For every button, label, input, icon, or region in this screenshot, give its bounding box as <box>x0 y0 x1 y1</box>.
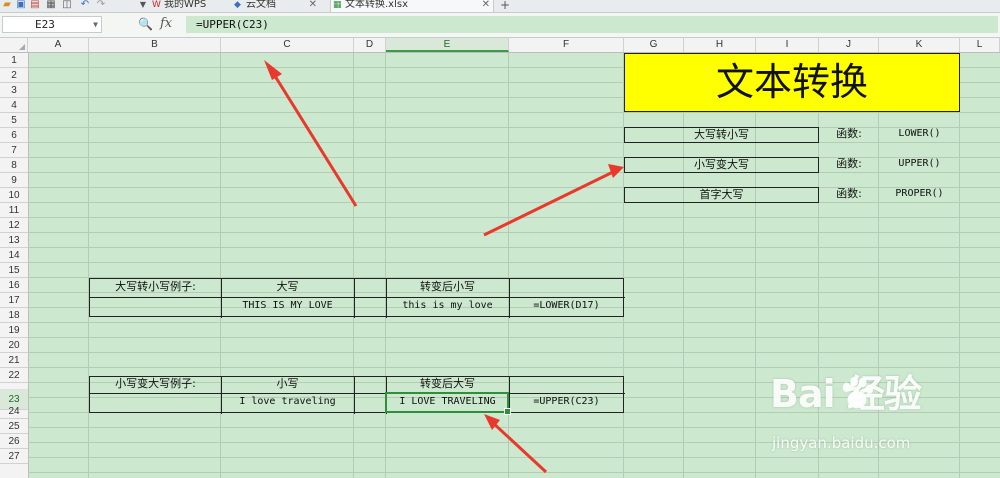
row-header-9[interactable]: 9 <box>0 173 28 188</box>
formula-input[interactable]: =UPPER(C23) <box>186 16 998 33</box>
example1-header-cell[interactable]: 大写 <box>221 280 354 296</box>
active-cell-cursor[interactable] <box>385 392 511 415</box>
example1-input-cell[interactable]: THIS IS MY LOVE <box>221 299 354 315</box>
example2-input-cell[interactable]: I love traveling <box>221 395 354 411</box>
preview-icon[interactable]: ◫ <box>62 0 72 10</box>
print-icon[interactable]: ▦ <box>46 0 56 10</box>
column-header-d[interactable]: D <box>354 38 386 52</box>
row-header-15[interactable]: 15 <box>0 263 28 278</box>
undo-icon[interactable]: ↶ <box>80 0 90 10</box>
name-box-value: E23 <box>35 18 55 31</box>
tab-my-wps[interactable]: W 我的WPS <box>150 0 232 12</box>
name-box[interactable]: E23 ▼ <box>2 16 102 33</box>
example1-result-cell[interactable]: this is my love <box>386 299 509 315</box>
tab-label: 云文档 <box>246 0 276 10</box>
row-header-18[interactable]: 18 <box>0 308 28 323</box>
function-name-cell[interactable]: UPPER() <box>879 157 960 173</box>
cloud-doc-icon: ◆ <box>234 0 241 10</box>
spreadsheet-app: ▰ ▣ ▤ ▦ ◫ ↶ ↷ ▼ W 我的WPS ◆ 云文档 ✕ ▦ 文本转换.x… <box>0 0 1000 478</box>
row-header-5[interactable]: 5 <box>0 113 28 128</box>
row-header-20[interactable]: 20 <box>0 338 28 353</box>
close-icon[interactable]: ✕ <box>309 0 317 10</box>
function-name-cell[interactable]: LOWER() <box>879 127 960 143</box>
insert-function-icon[interactable]: fx <box>160 16 172 31</box>
row-header-21[interactable]: 21 <box>0 353 28 368</box>
column-header-e[interactable]: E <box>386 38 509 52</box>
row-header-13[interactable]: 13 <box>0 233 28 248</box>
close-icon[interactable]: ✕ <box>482 0 490 10</box>
row-header-14[interactable]: 14 <box>0 248 28 263</box>
function-label-cell[interactable]: 小写变大写 <box>624 157 819 173</box>
function-prefix-cell[interactable]: 函数: <box>819 157 879 173</box>
title-cell[interactable]: 文本转换 <box>624 53 960 112</box>
column-header-i[interactable]: I <box>756 38 819 52</box>
row-header-19[interactable]: 19 <box>0 323 28 338</box>
column-header-g[interactable]: G <box>624 38 684 52</box>
save-icon[interactable]: ▣ <box>16 0 26 10</box>
column-header-l[interactable]: L <box>960 38 1000 52</box>
row-header-22[interactable]: 22 <box>0 368 28 383</box>
example1-formula-cell[interactable]: =LOWER(D17) <box>509 299 624 315</box>
row-header-11[interactable]: 11 <box>0 203 28 218</box>
row-header-4[interactable]: 4 <box>0 98 28 113</box>
row-header-8[interactable]: 8 <box>0 158 28 173</box>
example2-header-cell[interactable]: 小写 <box>221 377 354 393</box>
function-label-cell[interactable]: 大写转小写 <box>624 127 819 143</box>
row-header-26[interactable]: 26 <box>0 434 28 449</box>
function-prefix-cell[interactable]: 函数: <box>819 127 879 143</box>
column-header-j[interactable]: J <box>819 38 879 52</box>
column-header-c[interactable]: C <box>221 38 354 52</box>
column-header-f[interactable]: F <box>509 38 624 52</box>
row-header-2[interactable]: 2 <box>0 68 28 83</box>
row-header-25[interactable]: 25 <box>0 419 28 434</box>
tab-bar: ▰ ▣ ▤ ▦ ◫ ↶ ↷ ▼ W 我的WPS ◆ 云文档 ✕ ▦ 文本转换.x… <box>0 0 1000 13</box>
tab-label: 我的WPS <box>164 0 207 10</box>
row-header-16[interactable]: 16 <box>0 278 28 293</box>
row-header-7[interactable]: 7 <box>0 143 28 158</box>
row-header-24[interactable]: 24 <box>0 404 28 419</box>
folder-icon[interactable]: ▰ <box>2 0 12 10</box>
redo-icon[interactable]: ↷ <box>96 0 106 10</box>
chevron-down-icon[interactable]: ▼ <box>93 17 98 32</box>
tab-label: 文本转换.xlsx <box>345 0 409 10</box>
row-header-6[interactable]: 6 <box>0 128 28 143</box>
formula-bar: E23 ▼ 🔍 fx =UPPER(C23) <box>0 13 1000 38</box>
new-tab-icon[interactable]: + <box>498 0 512 11</box>
example2-header-cell[interactable]: 转变后大写 <box>386 377 509 393</box>
baidu-watermark: Bai 经验 jingyan.baidu.com <box>770 372 995 472</box>
tab-cloud-docs[interactable]: ◆ 云文档 ✕ <box>232 0 320 12</box>
watermark-url: jingyan.baidu.com <box>772 434 911 452</box>
function-prefix-cell[interactable]: 函数: <box>819 187 879 203</box>
column-header-b[interactable]: B <box>89 38 221 52</box>
function-name-cell[interactable]: PROPER() <box>879 187 960 203</box>
row-header-1[interactable]: 1 <box>0 53 28 68</box>
example2-formula-cell[interactable]: =UPPER(C23) <box>509 395 624 411</box>
row-header-27[interactable]: 27 <box>0 449 28 464</box>
wps-logo-icon: W <box>152 0 161 10</box>
column-header-a[interactable]: A <box>28 38 89 52</box>
row-header-bar: 1 2 3 4 5 6 7 8 9 10 11 12 13 14 15 16 17 18 19 20 21 22 23 24 2… <box>0 53 29 478</box>
column-header-h[interactable]: H <box>684 38 756 52</box>
column-header-bar: A B C D E F G H I J K L <box>0 38 1000 53</box>
example1-header-cell[interactable]: 转变后小写 <box>386 280 509 296</box>
select-all-corner[interactable] <box>0 38 28 52</box>
zoom-icon[interactable]: 🔍 <box>138 17 153 31</box>
function-label-cell[interactable]: 首字大写 <box>624 187 819 203</box>
row-header-10[interactable]: 10 <box>0 188 28 203</box>
row-header-3[interactable]: 3 <box>0 83 28 98</box>
example2-title-cell[interactable]: 小写变大写例子: <box>90 377 221 393</box>
example1-title-cell[interactable]: 大写转小写例子: <box>90 280 221 296</box>
dropdown-icon[interactable]: ▼ <box>138 0 148 10</box>
column-header-k[interactable]: K <box>879 38 960 52</box>
export-icon[interactable]: ▤ <box>30 0 40 10</box>
tab-workbook[interactable]: ▦ 文本转换.xlsx ✕ <box>330 0 494 12</box>
paw-icon <box>842 376 874 409</box>
spreadsheet-file-icon: ▦ <box>333 0 342 10</box>
row-header-17[interactable]: 17 <box>0 293 28 308</box>
row-header-12[interactable]: 12 <box>0 218 28 233</box>
